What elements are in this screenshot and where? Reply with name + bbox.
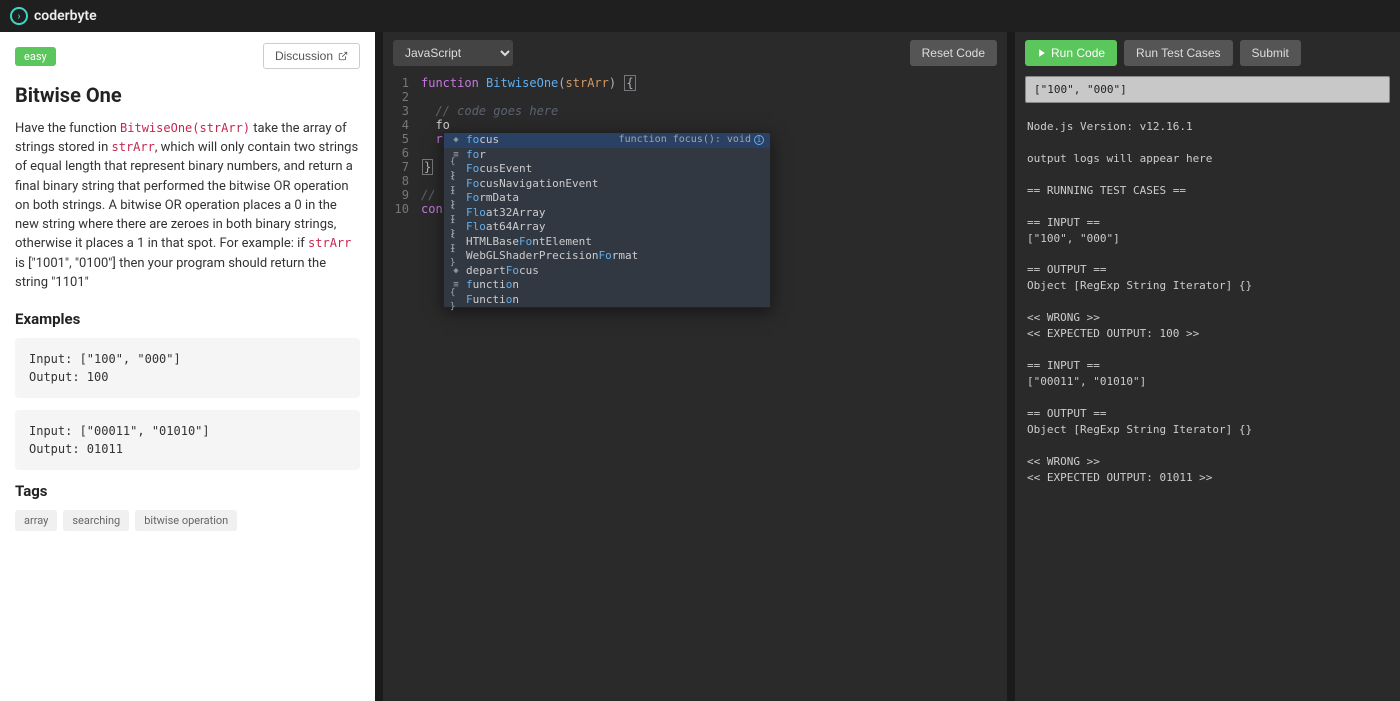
- run-tests-button[interactable]: Run Test Cases: [1124, 40, 1233, 66]
- autocomplete-label: FocusNavigationEvent: [466, 177, 598, 191]
- discussion-label: Discussion: [275, 49, 333, 63]
- param-name: strArr: [308, 236, 351, 250]
- difficulty-badge: easy: [15, 47, 56, 66]
- autocomplete-item[interactable]: { }FocusEvent: [444, 162, 770, 177]
- editor-toolbar: JavaScript Reset Code: [383, 32, 1007, 74]
- autocomplete-item[interactable]: ◈ departFocus: [444, 264, 770, 279]
- brand-name: coderbyte: [34, 8, 97, 24]
- autocomplete-label: Function: [466, 293, 519, 307]
- autocomplete-hint: function focus(): void i: [619, 133, 764, 147]
- example-box: Input: ["00011", "01010"] Output: 01011: [15, 410, 360, 470]
- editor-panel: JavaScript Reset Code 12345678910 functi…: [375, 32, 1015, 701]
- test-input-field[interactable]: [1025, 76, 1390, 103]
- autocomplete-label: HTMLBaseFontElement: [466, 235, 592, 249]
- example-input: Input: ["00011", "01010"]: [29, 422, 346, 440]
- autocomplete-item[interactable]: { }FormData: [444, 191, 770, 206]
- autocomplete-item[interactable]: ≡for: [444, 148, 770, 163]
- line-gutter: 12345678910: [383, 76, 421, 701]
- reset-code-button[interactable]: Reset Code: [910, 40, 997, 66]
- autocomplete-label: function: [466, 278, 519, 292]
- autocomplete-label: WebGLShaderPrecisionFormat: [466, 249, 638, 263]
- tag[interactable]: bitwise operation: [135, 510, 237, 531]
- examples-heading: Examples: [15, 310, 360, 328]
- example-output: Output: 01011: [29, 440, 346, 458]
- func-signature: BitwiseOne(strArr): [120, 121, 250, 135]
- autocomplete-label: Float32Array: [466, 206, 545, 220]
- discussion-button[interactable]: Discussion: [263, 43, 360, 69]
- autocomplete-item[interactable]: { } Function: [444, 293, 770, 308]
- output-log: Node.js Version: v12.16.1 output logs wi…: [1015, 113, 1400, 701]
- tags-row: array searching bitwise operation: [15, 510, 360, 531]
- logo-icon: ›: [10, 7, 28, 25]
- autocomplete-item[interactable]: { }Float64Array: [444, 220, 770, 235]
- autocomplete-label: focus: [466, 133, 499, 147]
- submit-button[interactable]: Submit: [1240, 40, 1301, 66]
- run-code-button[interactable]: Run Code: [1025, 40, 1117, 66]
- main-layout: easy Discussion Bitwise One Have the fun…: [0, 32, 1400, 701]
- autocomplete-item[interactable]: ◈ focus function focus(): void i: [444, 133, 770, 148]
- app-header: › coderbyte: [0, 0, 1400, 32]
- example-box: Input: ["100", "000"] Output: 100: [15, 338, 360, 398]
- autocomplete-label: for: [466, 148, 486, 162]
- problem-panel: easy Discussion Bitwise One Have the fun…: [0, 32, 375, 701]
- autocomplete-label: FormData: [466, 191, 519, 205]
- problem-description: Have the function BitwiseOne(strArr) tak…: [15, 119, 360, 292]
- autocomplete-item[interactable]: { }FocusNavigationEvent: [444, 177, 770, 192]
- example-output: Output: 100: [29, 368, 346, 386]
- autocomplete-label: Float64Array: [466, 220, 545, 234]
- play-icon: [1037, 48, 1047, 58]
- language-select[interactable]: JavaScript: [393, 40, 513, 66]
- autocomplete-item[interactable]: { }Float32Array: [444, 206, 770, 221]
- cube-icon: ◈: [450, 134, 462, 146]
- tag[interactable]: searching: [63, 510, 129, 531]
- autocomplete-item[interactable]: { }HTMLBaseFontElement: [444, 235, 770, 250]
- autocomplete-item[interactable]: ≡function: [444, 278, 770, 293]
- brand-logo[interactable]: › coderbyte: [10, 7, 97, 25]
- param-name: strArr: [112, 140, 155, 154]
- problem-header-row: easy Discussion: [0, 32, 375, 77]
- autocomplete-item[interactable]: { } WebGLShaderPrecisionFormat: [444, 249, 770, 264]
- tags-heading: Tags: [15, 482, 360, 500]
- example-input: Input: ["100", "000"]: [29, 350, 346, 368]
- code-area[interactable]: function BitwiseOne(strArr) { // code go…: [421, 76, 1007, 701]
- autocomplete-popup[interactable]: ◈focusfunction focus(): void i≡for{ }Foc…: [443, 132, 771, 308]
- autocomplete-label: departFocus: [466, 264, 539, 278]
- problem-title: Bitwise One: [15, 83, 360, 107]
- external-link-icon: [338, 51, 348, 61]
- tag[interactable]: array: [15, 510, 57, 531]
- braces-icon: { }: [450, 294, 462, 306]
- output-panel: Run Code Run Test Cases Submit Node.js V…: [1015, 32, 1400, 701]
- code-editor[interactable]: 12345678910 function BitwiseOne(strArr) …: [383, 74, 1007, 701]
- run-toolbar: Run Code Run Test Cases Submit: [1015, 32, 1400, 74]
- braces-icon: { }: [450, 250, 462, 262]
- autocomplete-label: FocusEvent: [466, 162, 532, 176]
- problem-body: Bitwise One Have the function BitwiseOne…: [0, 77, 375, 546]
- cube-icon: ◈: [450, 265, 462, 277]
